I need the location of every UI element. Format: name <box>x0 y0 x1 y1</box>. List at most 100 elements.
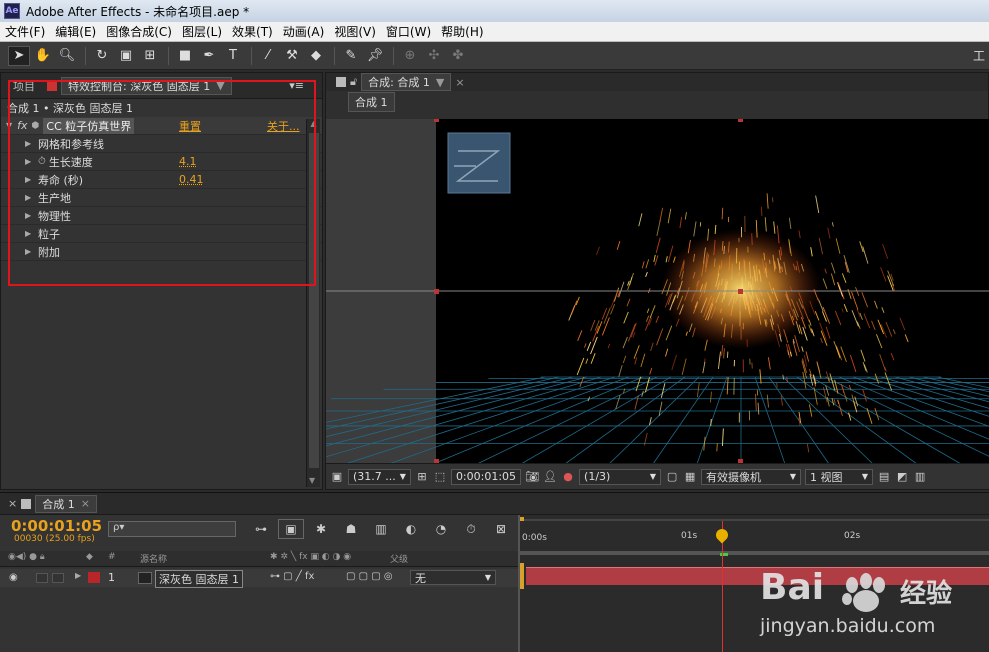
close-icon[interactable]: × <box>8 497 17 510</box>
live-update-icon[interactable]: ▣ <box>278 519 304 539</box>
rectangle-tool-icon[interactable]: ■ <box>174 46 196 66</box>
stopwatch-icon[interactable]: ⏱ <box>38 156 46 167</box>
comp-subtab[interactable]: 合成 1 <box>348 92 395 112</box>
layer-search-input[interactable]: ρ▾ <box>108 521 236 537</box>
close-icon[interactable]: × <box>81 497 90 510</box>
scroll-down-icon[interactable]: ▼ <box>309 476 315 485</box>
menu-animation[interactable]: 动画(A) <box>278 23 330 40</box>
close-icon[interactable]: × <box>455 76 464 89</box>
zoom-tool-icon[interactable]: 🔍︎ <box>56 46 78 66</box>
prop-producer[interactable]: ▶ 生产地 <box>1 189 322 207</box>
expand-triangle-icon[interactable]: ▶ <box>25 193 35 202</box>
layer-mode-switches[interactable]: ▢ ▢ ▢ ◎ <box>346 571 393 582</box>
auto-keyframe-icon[interactable]: ⏱ <box>458 519 484 539</box>
handle-top-center[interactable] <box>738 119 743 122</box>
roto-brush-tool-icon[interactable]: ✎ <box>340 46 362 66</box>
prop-particle[interactable]: ▶ 粒子 <box>1 225 322 243</box>
zoom-dropdown[interactable]: (31.7 ... ▼ <box>348 468 411 485</box>
safe-zones-icon[interactable]: ⊞ <box>415 470 429 484</box>
layer-switches[interactable]: ⊶ ▢ ╱ fx <box>270 571 314 582</box>
lock-icon[interactable]: 🔓︎ <box>350 75 357 89</box>
prop-grid-guides[interactable]: ▶ 网格和参考线 <box>1 135 322 153</box>
layer-name[interactable]: 深灰色 固态层 1 <box>155 570 243 588</box>
about-link[interactable]: 关于... <box>267 118 300 134</box>
tab-timeline-comp[interactable]: 合成 1 × <box>35 494 97 513</box>
expand-triangle-icon[interactable]: ▶ <box>25 157 35 166</box>
scroll-up-icon[interactable]: ▲ <box>307 119 320 128</box>
hand-tool-icon[interactable]: ✋ <box>32 46 54 66</box>
menu-edit[interactable]: 编辑(E) <box>50 23 101 40</box>
camera-dropdown[interactable]: 有效摄像机 ▼ <box>701 468 802 485</box>
menu-effect[interactable]: 效果(T) <box>227 23 278 40</box>
handle-mid-left[interactable] <box>434 289 439 294</box>
effect-panel-scrollbar[interactable]: ▲ ▼ <box>306 119 320 487</box>
menu-composition[interactable]: 图像合成(C) <box>101 23 177 40</box>
pen-tool-icon[interactable]: ✒ <box>198 46 220 66</box>
layer-in-point-marker[interactable] <box>520 563 524 589</box>
expand-triangle-icon[interactable]: ▶ <box>25 247 35 256</box>
expand-triangle-icon[interactable]: ▶ <box>25 139 35 148</box>
brush-tool-icon[interactable]: ⁄ <box>257 46 279 66</box>
prop-value[interactable]: 0.41 <box>179 173 204 186</box>
fast-previews-icon[interactable]: ◩ <box>895 470 909 484</box>
layer-row[interactable]: ◉ ▶ 1 深灰色 固态层 1 ⊶ ▢ ╱ fx ▢ ▢ ▢ ◎ 无 ▼ <box>0 569 518 588</box>
menu-layer[interactable]: 图层(L) <box>177 23 227 40</box>
always-preview-icon[interactable]: ▣ <box>330 470 344 484</box>
timeline-track-area[interactable]: 0:00s 01s 02s <box>518 515 989 652</box>
show-snapshot-icon[interactable]: 👤︎ <box>543 470 557 484</box>
parent-dropdown[interactable]: 无 ▼ <box>410 570 496 585</box>
hide-shy-layers-icon[interactable]: ☗ <box>338 519 364 539</box>
comp-mini-flowchart-icon[interactable]: ⊶ <box>248 519 274 539</box>
workspace-label[interactable]: 工 <box>973 47 985 64</box>
time-ruler[interactable]: 0:00s 01s 02s <box>520 521 989 551</box>
chevron-down-icon[interactable]: ▼ <box>436 76 444 89</box>
motion-blur-icon[interactable]: ◐ <box>398 519 424 539</box>
effect-name[interactable]: CC 粒子仿真世界 <box>43 117 135 134</box>
frame-blending-icon[interactable]: ▥ <box>368 519 394 539</box>
prop-physics[interactable]: ▶ 物理性 <box>1 207 322 225</box>
puppet-pin-tool-icon[interactable]: 📌︎ <box>364 46 386 66</box>
snapshot-icon[interactable]: 📷︎ <box>525 470 539 484</box>
viewer-canvas[interactable] <box>326 119 989 464</box>
effect-expand-triangle-icon[interactable]: ▼ <box>6 121 12 130</box>
prop-extras[interactable]: ▶ 附加 <box>1 243 322 261</box>
draft-3d-icon[interactable]: ✱ <box>308 519 334 539</box>
expand-triangle-icon[interactable]: ▶ <box>25 175 35 184</box>
views-dropdown[interactable]: 1 视图 ▼ <box>805 468 874 485</box>
channel-icon[interactable]: ● <box>561 470 575 484</box>
scrollbar-thumb[interactable] <box>309 133 319 468</box>
prop-birth-rate[interactable]: ▶ ⏱ 生长速度 4.1 <box>1 153 322 171</box>
chevron-down-icon[interactable]: ▼ <box>216 79 224 92</box>
prop-longevity[interactable]: ▶ 寿命 (秒) 0.41 <box>1 171 322 189</box>
current-time-field[interactable]: 0:00:01:05 <box>450 468 522 485</box>
selection-tool-icon[interactable]: ➤ <box>8 45 30 66</box>
tab-project[interactable]: 项目 <box>7 77 41 95</box>
panel-menu-icon[interactable]: ▾≡ <box>289 79 304 92</box>
toggle-pixel-aspect-icon[interactable]: ▤ <box>877 470 891 484</box>
layer-duration-bar[interactable] <box>526 567 989 585</box>
expand-triangle-icon[interactable]: ▶ <box>25 229 35 238</box>
lock-toggle[interactable] <box>52 573 64 583</box>
audio-toggle[interactable] <box>36 573 48 583</box>
tab-effect-controls[interactable]: 特效控制台: 深灰色 固态层 1 ▼ <box>61 76 232 95</box>
rotate-tool-icon[interactable]: ↻ <box>91 46 113 66</box>
region-of-interest-icon[interactable]: ▢ <box>665 470 679 484</box>
resolution-dropdown[interactable]: (1/3) ▼ <box>579 468 662 485</box>
brainstorm-icon[interactable]: ◔ <box>428 519 454 539</box>
eye-icon[interactable]: ◉ <box>9 572 18 583</box>
composition-viewer[interactable] <box>326 119 989 464</box>
reset-link[interactable]: 重置 <box>179 118 201 134</box>
menu-window[interactable]: 窗口(W) <box>381 23 436 40</box>
graph-editor-icon[interactable]: ⊠ <box>488 519 514 539</box>
menu-help[interactable]: 帮助(H) <box>436 23 488 40</box>
menu-file[interactable]: 文件(F) <box>0 23 50 40</box>
text-tool-icon[interactable]: T <box>222 46 244 66</box>
view-axis-icon[interactable]: ✤ <box>447 46 469 66</box>
world-axis-icon[interactable]: ✣ <box>423 46 445 66</box>
prop-value[interactable]: 4.1 <box>179 155 197 168</box>
pan-behind-tool-icon[interactable]: ⊞ <box>139 46 161 66</box>
menu-view[interactable]: 视图(V) <box>329 23 381 40</box>
fx-icon[interactable]: fx <box>17 119 27 132</box>
clone-stamp-tool-icon[interactable]: ⚒ <box>281 46 303 66</box>
camera-tool-icon[interactable]: ▣ <box>115 46 137 66</box>
